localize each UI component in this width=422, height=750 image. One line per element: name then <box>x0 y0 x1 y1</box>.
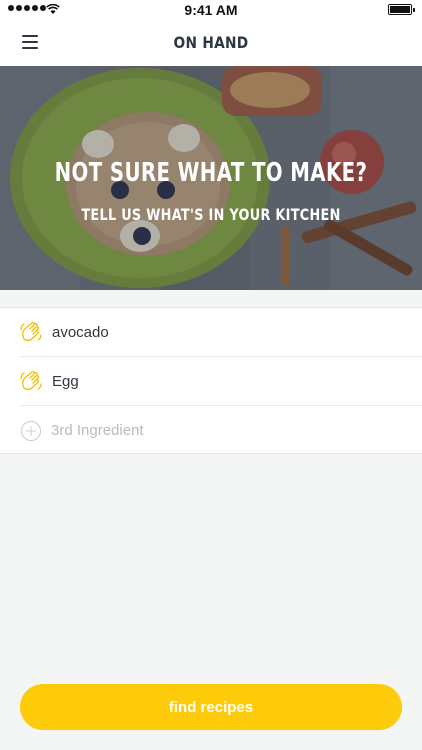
page-title: ON HAND <box>173 33 249 52</box>
add-ingredient-placeholder[interactable]: 3rd Ingredient <box>51 422 144 439</box>
find-recipes-button[interactable]: find recipes <box>20 684 402 730</box>
battery-icon <box>388 4 415 15</box>
hand-wave-icon <box>20 321 42 342</box>
hero-subtitle: TELL US WHAT'S IN YOUR KITCHEN <box>81 205 341 224</box>
hand-wave-icon <box>20 370 42 391</box>
status-bar: 9:41 AM <box>0 0 422 20</box>
status-time: 9:41 AM <box>184 2 238 18</box>
ingredient-value[interactable]: avocado <box>52 324 109 341</box>
hero-title: NOT SURE WHAT TO MAKE? <box>54 158 368 188</box>
add-ingredient-row[interactable]: 3rd Ingredient <box>20 406 422 455</box>
ingredient-value[interactable]: Egg <box>52 373 79 390</box>
ingredient-item[interactable]: avocado <box>20 308 422 357</box>
plus-circle-icon[interactable] <box>21 420 41 441</box>
ingredient-item[interactable]: Egg <box>20 357 422 406</box>
ingredients-list: avocado Egg 3rd Ingredient <box>0 307 422 454</box>
hero-banner: NOT SURE WHAT TO MAKE? TELL US WHAT'S IN… <box>0 66 422 290</box>
nav-bar: ON HAND <box>0 20 422 66</box>
